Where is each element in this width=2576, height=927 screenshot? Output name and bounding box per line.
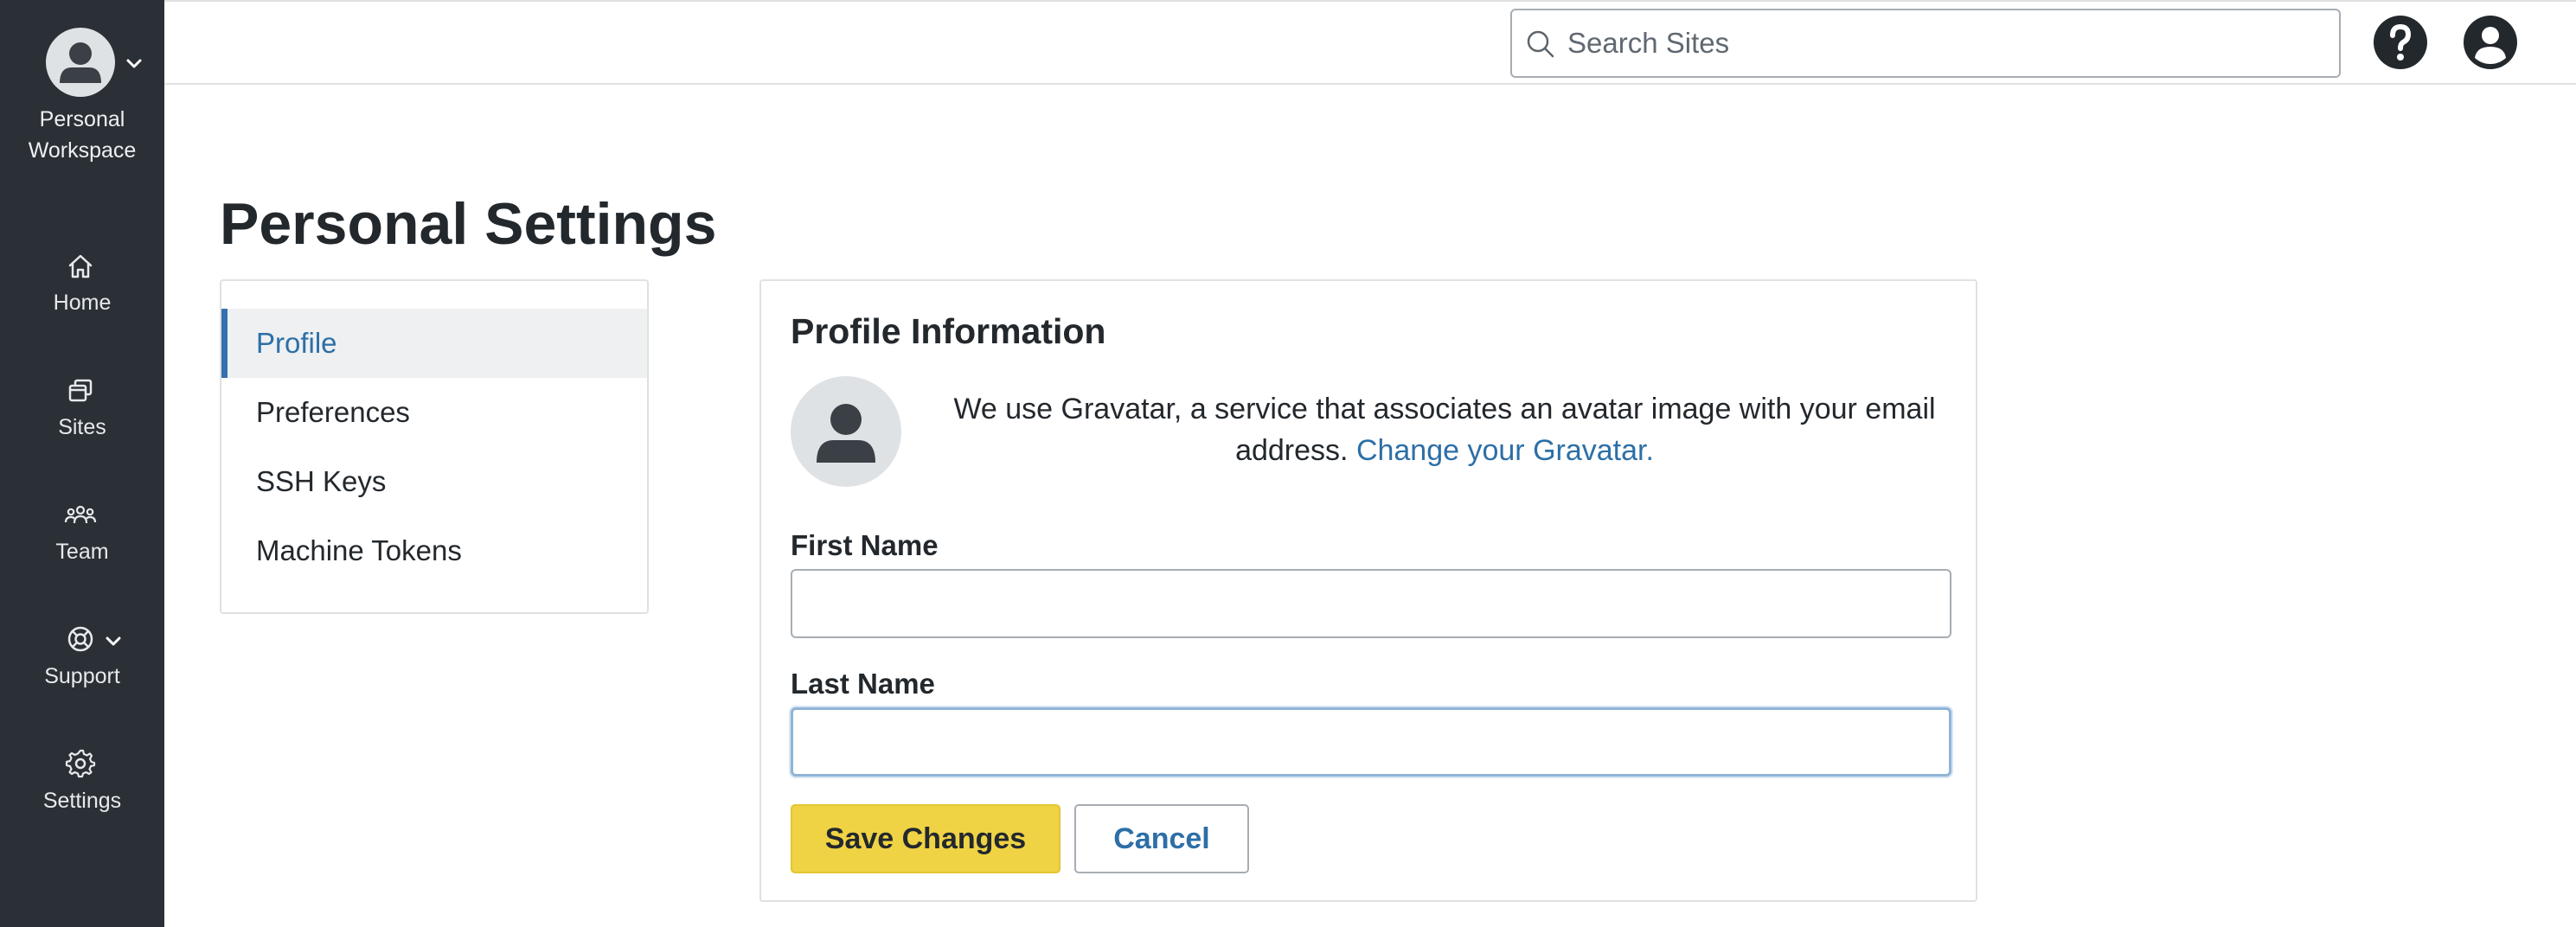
sidebar-item-label: Home xyxy=(53,291,112,315)
sidebar-item-label: Support xyxy=(44,664,120,688)
gear-icon xyxy=(65,749,96,778)
sidebar-item-settings[interactable]: Settings xyxy=(0,747,164,842)
help-icon[interactable] xyxy=(2372,14,2429,71)
search-icon xyxy=(1527,30,1554,58)
team-icon xyxy=(64,505,97,524)
sidebar-item-label: Team xyxy=(55,540,109,564)
subnav-item-ssh-keys[interactable]: SSH Keys xyxy=(221,447,647,516)
search-input[interactable] xyxy=(1567,10,2329,76)
support-lifebuoy-icon xyxy=(67,626,93,652)
page-title: Personal Settings xyxy=(220,191,717,257)
cancel-button[interactable]: Cancel xyxy=(1074,804,1249,873)
sidebar-item-support[interactable]: Support xyxy=(0,623,164,718)
last-name-label: Last Name xyxy=(791,668,935,700)
save-changes-button[interactable]: Save Changes xyxy=(791,804,1061,873)
workspace-label-line2: Workspace xyxy=(28,138,137,163)
user-avatar-icon[interactable] xyxy=(46,28,115,97)
settings-subnav: Profile Preferences SSH Keys Machine Tok… xyxy=(220,279,649,614)
sidebar-item-home[interactable]: Home xyxy=(0,249,164,344)
sidebar: Personal Workspace Home Sites Team Suppo… xyxy=(0,0,164,927)
first-name-label: First Name xyxy=(791,529,939,561)
gravatar-description: We use Gravatar, a service that associat… xyxy=(943,388,1946,471)
top-bar xyxy=(164,0,2576,85)
sidebar-item-team[interactable]: Team xyxy=(0,498,164,593)
sidebar-item-label: Sites xyxy=(58,415,106,439)
sidebar-item-label: Settings xyxy=(42,789,122,813)
search-box[interactable] xyxy=(1510,9,2341,78)
first-name-field[interactable] xyxy=(791,569,1951,638)
profile-card: Profile Information We use Gravatar, a s… xyxy=(759,279,1977,902)
gravatar-avatar xyxy=(791,376,901,487)
change-gravatar-link[interactable]: Change your Gravatar. xyxy=(1356,434,1654,467)
chevron-down-icon[interactable] xyxy=(125,54,144,73)
workspace-label[interactable]: Personal Workspace xyxy=(0,104,164,166)
user-account-icon[interactable] xyxy=(2462,14,2519,71)
home-icon xyxy=(68,254,93,278)
chevron-down-icon xyxy=(106,636,121,646)
sites-icon xyxy=(68,379,93,402)
workspace-label-line1: Personal xyxy=(39,107,125,131)
subnav-item-preferences[interactable]: Preferences xyxy=(221,378,647,447)
profile-heading: Profile Information xyxy=(791,311,1106,351)
subnav-item-machine-tokens[interactable]: Machine Tokens xyxy=(221,516,647,585)
user-avatar-icon xyxy=(817,404,875,463)
subnav-item-profile[interactable]: Profile xyxy=(221,309,647,378)
last-name-field[interactable] xyxy=(791,707,1951,777)
sidebar-item-sites[interactable]: Sites xyxy=(0,374,164,469)
